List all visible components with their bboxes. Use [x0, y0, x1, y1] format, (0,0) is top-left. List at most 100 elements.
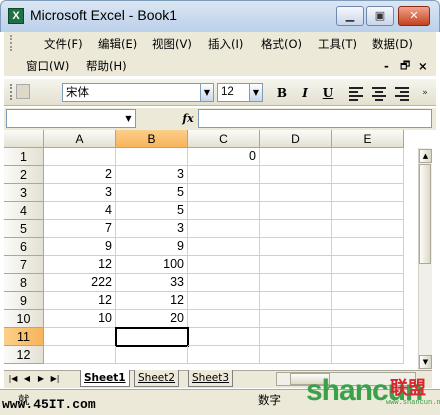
row-header-7[interactable]: 7	[4, 256, 44, 274]
cell-c5[interactable]	[188, 220, 260, 238]
menu-grip-handle[interactable]	[10, 35, 13, 51]
cell-a2[interactable]: 2	[44, 166, 116, 184]
cell-e11[interactable]	[332, 328, 404, 346]
align-right-icon[interactable]	[395, 85, 411, 101]
restore-button[interactable]: ▣	[366, 6, 394, 26]
cell-a11[interactable]	[44, 328, 116, 346]
row-header-8[interactable]: 8	[4, 274, 44, 292]
column-header-e[interactable]: E	[332, 130, 404, 148]
cell-d3[interactable]	[260, 184, 332, 202]
toolbar-grip-handle[interactable]	[10, 84, 13, 100]
menu-format[interactable]: 格式(O)	[259, 35, 304, 53]
cell-a3[interactable]: 3	[44, 184, 116, 202]
cell-b1[interactable]	[116, 148, 188, 166]
cell-a5[interactable]: 7	[44, 220, 116, 238]
font-size-dropdown-icon[interactable]: ▼	[249, 84, 262, 101]
italic-button[interactable]: I	[296, 84, 314, 102]
row-header-10[interactable]: 10	[4, 310, 44, 328]
last-sheet-icon[interactable]: ▶|	[50, 373, 60, 385]
toolbar-options-icon[interactable]	[16, 84, 30, 99]
row-header-1[interactable]: 1	[4, 148, 44, 166]
cell-e12[interactable]	[332, 346, 404, 364]
underline-button[interactable]: U	[319, 84, 337, 102]
cell-a8[interactable]: 222	[44, 274, 116, 292]
row-header-9[interactable]: 9	[4, 292, 44, 310]
cell-e10[interactable]	[332, 310, 404, 328]
minimize-button[interactable]: ▁	[336, 6, 364, 26]
font-name-select[interactable]: 宋体	[62, 83, 214, 102]
cell-d4[interactable]	[260, 202, 332, 220]
cell-e9[interactable]	[332, 292, 404, 310]
menu-data[interactable]: 数据(D)	[370, 35, 415, 53]
cell-b9[interactable]: 12	[116, 292, 188, 310]
align-left-icon[interactable]	[349, 85, 365, 101]
name-box[interactable]	[6, 109, 136, 128]
cell-b7[interactable]: 100	[116, 256, 188, 274]
cell-d10[interactable]	[260, 310, 332, 328]
cell-c11[interactable]	[188, 328, 260, 346]
cell-e1[interactable]	[332, 148, 404, 166]
cell-b2[interactable]: 3	[116, 166, 188, 184]
name-box-dropdown-icon[interactable]: ▼	[122, 110, 135, 127]
cell-d11[interactable]	[260, 328, 332, 346]
row-header-5[interactable]: 5	[4, 220, 44, 238]
next-sheet-icon[interactable]: ▶	[36, 373, 46, 385]
row-header-4[interactable]: 4	[4, 202, 44, 220]
column-header-b[interactable]: B	[116, 130, 188, 148]
insert-function-button[interactable]: fx	[178, 109, 198, 128]
menu-help[interactable]: 帮助(H)	[84, 57, 129, 75]
cell-b4[interactable]: 5	[116, 202, 188, 220]
cell-b6[interactable]: 9	[116, 238, 188, 256]
font-name-dropdown-icon[interactable]: ▼	[200, 84, 213, 101]
menu-view[interactable]: 视图(V)	[150, 35, 194, 53]
row-header-6[interactable]: 6	[4, 238, 44, 256]
cell-b3[interactable]: 5	[116, 184, 188, 202]
row-header-12[interactable]: 12	[4, 346, 44, 364]
menu-tools[interactable]: 工具(T)	[316, 35, 359, 53]
cell-b12[interactable]	[116, 346, 188, 364]
cell-a12[interactable]	[44, 346, 116, 364]
excel-app-icon[interactable]: X	[8, 8, 24, 24]
menu-edit[interactable]: 编辑(E)	[96, 35, 139, 53]
cell-c8[interactable]	[188, 274, 260, 292]
cell-c6[interactable]	[188, 238, 260, 256]
cell-b5[interactable]: 3	[116, 220, 188, 238]
cell-c12[interactable]	[188, 346, 260, 364]
select-all-corner[interactable]	[4, 130, 44, 148]
scroll-up-icon[interactable]: ▲	[419, 149, 432, 163]
column-header-c[interactable]: C	[188, 130, 260, 148]
active-cell-border[interactable]	[115, 327, 189, 347]
cell-b10[interactable]: 20	[116, 310, 188, 328]
doc-restore-button[interactable]: 🗗	[398, 57, 412, 75]
cell-a7[interactable]: 12	[44, 256, 116, 274]
cell-a9[interactable]: 12	[44, 292, 116, 310]
cell-c1[interactable]: 0	[188, 148, 260, 166]
scroll-down-icon[interactable]: ▼	[419, 355, 432, 369]
cell-e3[interactable]	[332, 184, 404, 202]
cell-c3[interactable]	[188, 184, 260, 202]
cell-e5[interactable]	[332, 220, 404, 238]
cell-a6[interactable]: 9	[44, 238, 116, 256]
cell-e2[interactable]	[332, 166, 404, 184]
cell-a10[interactable]: 10	[44, 310, 116, 328]
cell-c4[interactable]	[188, 202, 260, 220]
doc-close-button[interactable]: ×	[416, 57, 430, 75]
cell-d8[interactable]	[260, 274, 332, 292]
bold-button[interactable]: B	[273, 84, 291, 102]
cell-d2[interactable]	[260, 166, 332, 184]
cell-e7[interactable]	[332, 256, 404, 274]
column-header-d[interactable]: D	[260, 130, 332, 148]
cell-c10[interactable]	[188, 310, 260, 328]
prev-sheet-icon[interactable]: ◀	[22, 373, 32, 385]
doc-minimize-button[interactable]: -	[382, 57, 391, 75]
cell-d5[interactable]	[260, 220, 332, 238]
row-header-2[interactable]: 2	[4, 166, 44, 184]
toolbar-overflow-icon[interactable]: »	[418, 85, 432, 101]
sheet-tab-sheet1[interactable]: Sheet1	[80, 370, 130, 387]
cell-e8[interactable]	[332, 274, 404, 292]
close-button[interactable]: ✕	[398, 6, 430, 26]
first-sheet-icon[interactable]: |◀	[8, 373, 18, 385]
cell-d7[interactable]	[260, 256, 332, 274]
cell-d9[interactable]	[260, 292, 332, 310]
menu-file[interactable]: 文件(F)	[42, 35, 85, 53]
